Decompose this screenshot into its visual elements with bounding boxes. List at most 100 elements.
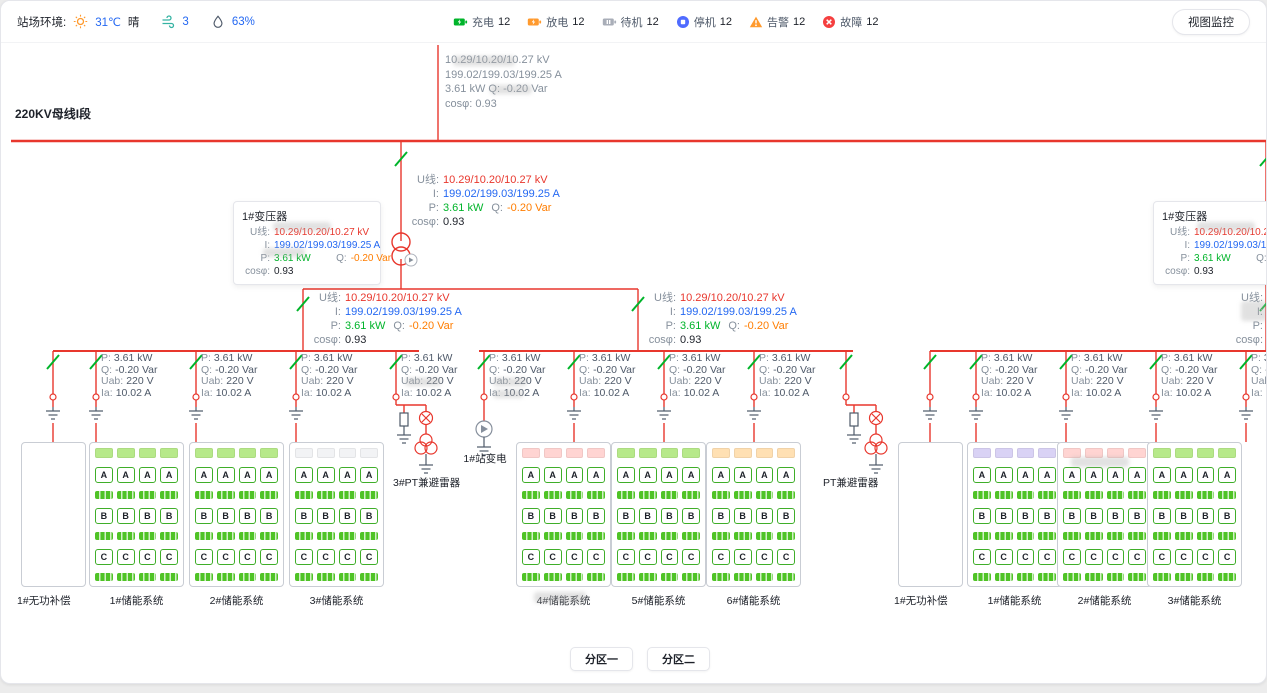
left-branch-measurements: U线:10.29/10.20/10.27 kVI:199.02/199.03/1… bbox=[307, 291, 462, 347]
battery-rack-column: ABC bbox=[682, 448, 700, 581]
transformer-1-symbol[interactable] bbox=[392, 233, 417, 266]
measure-value: -0.20 Var bbox=[683, 364, 725, 376]
measure-row: I:199.02/199.03/199.25 A bbox=[405, 187, 560, 201]
battery-cell-B: B bbox=[1218, 508, 1236, 524]
battery-system-label: 3#储能系统 bbox=[289, 593, 384, 608]
legend-count: 12 bbox=[793, 16, 805, 28]
battery-rack-box[interactable]: ABCABCABCABC bbox=[1147, 442, 1242, 587]
battery-soc-bar bbox=[1153, 532, 1171, 540]
battery-soc-bar bbox=[339, 532, 357, 540]
battery-soc-bar bbox=[360, 532, 378, 540]
battery-soc-bar bbox=[1128, 573, 1146, 581]
battery-cell-C: C bbox=[617, 549, 635, 565]
measure-row: I:199.02/199.03/199.25 A bbox=[642, 305, 797, 319]
battery-soc-bar bbox=[295, 532, 313, 540]
battery-cell-C: C bbox=[1038, 549, 1056, 565]
battery-soc-bar bbox=[756, 573, 774, 581]
measure-row: P:3.61 kWQ:-0.20 Var bbox=[405, 201, 560, 215]
battery-soc-bar bbox=[1038, 532, 1056, 540]
battery-cell-B: B bbox=[195, 508, 213, 524]
measure-row: Ia:10.02 A bbox=[489, 388, 546, 400]
transformer-2-card[interactable]: 1#变压器 U线:10.29/10.20/10.27 kVI:199.02/19… bbox=[1153, 201, 1267, 285]
measure-label: Ia: bbox=[301, 387, 313, 399]
measure-label: U线: bbox=[1162, 226, 1190, 239]
battery-cell-C: C bbox=[639, 549, 657, 565]
battery-rack-box[interactable]: ABCABCABCABC bbox=[289, 442, 384, 587]
measure-label: P: bbox=[669, 352, 679, 364]
reactive-compensation-box-left[interactable] bbox=[21, 442, 86, 587]
battery-soc-bar bbox=[973, 532, 991, 540]
measure-label: Q: bbox=[728, 319, 740, 333]
measure-label: Q: bbox=[489, 364, 500, 376]
battery-status-indicator bbox=[160, 448, 178, 458]
measure-label: P: bbox=[1229, 319, 1263, 333]
feeder-reactive-left[interactable] bbox=[46, 351, 60, 442]
battery-soc-bar bbox=[139, 573, 157, 581]
battery-rack-box[interactable]: ABCABCABCABC bbox=[89, 442, 184, 587]
battery-rack-box[interactable]: ABCABCABCABC bbox=[967, 442, 1062, 587]
device-label: 3#PT兼避雷器 bbox=[393, 475, 460, 490]
battery-cell-B: B bbox=[712, 508, 730, 524]
transformer-1-card[interactable]: 1#变压器 U线:10.29/10.20/10.27 kVI:199.02/19… bbox=[233, 201, 381, 285]
battery-soc-bar bbox=[117, 573, 135, 581]
legend-discharging[interactable]: 放电 12 bbox=[527, 14, 584, 30]
battery-system-label: 4#储能系统 bbox=[516, 593, 611, 608]
measure-label: P: bbox=[307, 319, 341, 333]
battery-status-indicator bbox=[756, 448, 774, 458]
legend-label: 告警 bbox=[767, 14, 789, 30]
battery-cell-A: A bbox=[1153, 467, 1171, 483]
measure-value: 3.61 kW bbox=[1174, 352, 1213, 364]
measure-value: 220 V bbox=[426, 375, 453, 387]
battery-system-1R: ABCABCABCABC1#储能系统 bbox=[967, 442, 1062, 608]
legend-label: 停机 bbox=[694, 14, 716, 30]
measure-label: P: bbox=[405, 201, 439, 215]
measure-value: 199.02/199.03/199.25 A bbox=[1194, 240, 1267, 251]
legend-standby[interactable]: 待机 12 bbox=[602, 14, 659, 30]
measure-row: Ia:10.02 A bbox=[669, 388, 726, 400]
battery-soc-bar bbox=[360, 573, 378, 581]
battery-soc-bar bbox=[95, 532, 113, 540]
battery-status-indicator bbox=[1038, 448, 1056, 458]
zone-1-button[interactable]: 分区一 bbox=[570, 647, 633, 671]
battery-cell-B: B bbox=[1063, 508, 1081, 524]
battery-soc-bar bbox=[639, 573, 657, 581]
battery-system-2L: ABCABCABCABC2#储能系统 bbox=[189, 442, 284, 608]
legend-charging[interactable]: 充电 12 bbox=[453, 14, 510, 30]
measure-label: Uab: bbox=[101, 375, 123, 387]
battery-rack-box[interactable]: ABCABCABCABC bbox=[706, 442, 801, 587]
battery-status-indicator bbox=[360, 448, 378, 458]
measure-value: 3.61 kW bbox=[994, 352, 1033, 364]
battery-system-2R: ABCABCABCABC2#储能系统 bbox=[1057, 442, 1152, 608]
measure-value: 220 V bbox=[784, 375, 811, 387]
battery-rack-box[interactable]: ABCABCABCABC bbox=[516, 442, 611, 587]
measure-value: 199.02/199.03/199.25 A bbox=[345, 306, 462, 318]
battery-cell-B: B bbox=[682, 508, 700, 524]
measure-label: Q: bbox=[1071, 364, 1082, 376]
legend-fault[interactable]: 故障 12 bbox=[822, 14, 878, 30]
battery-cell-B: B bbox=[544, 508, 562, 524]
battery-status-indicator bbox=[734, 448, 752, 458]
legend-stopped[interactable]: 停机 12 bbox=[676, 14, 732, 30]
feeder-measurements: P:3.61 kWQ:-0.20 VarUab:220 VIa:10.02 A bbox=[669, 353, 726, 399]
incoming-measurements: 10.29/10.20/10.27 kV 199.02/199.03/199.2… bbox=[445, 53, 562, 111]
feeder-measurements: P:3.61 kWQ:-0.20 VarUab:220 VIa:10.02 A bbox=[301, 353, 358, 399]
battery-system-3R: ABCABCABCABC3#储能系统 bbox=[1147, 442, 1242, 608]
battery-cell-B: B bbox=[1085, 508, 1103, 524]
battery-cell-C: C bbox=[160, 549, 178, 565]
measure-value: -0.20 Var bbox=[215, 364, 257, 376]
reactive-compensation-box-right[interactable] bbox=[898, 442, 963, 587]
battery-rack-box[interactable]: ABCABCABCABC bbox=[189, 442, 284, 587]
feeder-reactive-right[interactable] bbox=[923, 351, 937, 442]
measure-label: P: bbox=[101, 352, 111, 364]
battery-soc-bar bbox=[587, 532, 605, 540]
measure-row: I:199.02/199.03/199.25 A bbox=[242, 239, 372, 252]
measure-row: P:3.61 kWQ:-0.20 Var bbox=[242, 252, 372, 265]
view-monitor-button[interactable]: 视图监控 bbox=[1172, 9, 1250, 35]
zone-2-button[interactable]: 分区二 bbox=[647, 647, 710, 671]
battery-rack-box[interactable]: ABCABCABCABC bbox=[611, 442, 706, 587]
legend-alarm[interactable]: 告警 12 bbox=[749, 14, 805, 30]
measure-value: 10.02 A bbox=[594, 387, 630, 399]
battery-cell-C: C bbox=[139, 549, 157, 565]
battery-rack-box[interactable]: ABCABCABCABC bbox=[1057, 442, 1152, 587]
feeder-pt-center[interactable] bbox=[840, 351, 887, 473]
